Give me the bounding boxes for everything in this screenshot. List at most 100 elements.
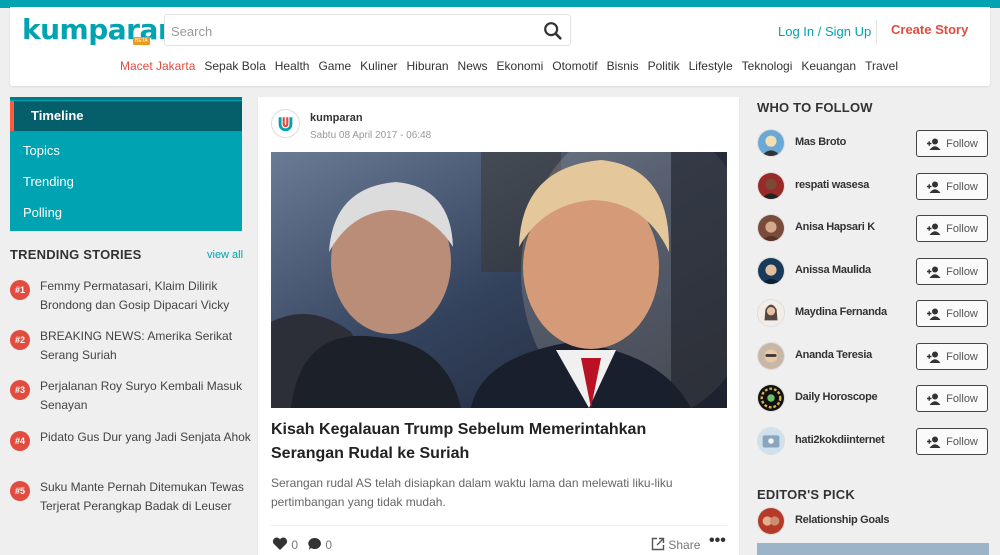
category-link[interactable]: Game xyxy=(318,59,351,73)
follow-button[interactable]: Follow xyxy=(916,215,988,242)
create-story-button[interactable]: Create Story xyxy=(891,22,968,37)
trend-link[interactable]: BREAKING NEWS: Amerika Serikat Serang Su… xyxy=(40,327,252,365)
follow-row: respati wasesa Follow xyxy=(757,170,989,202)
avatar[interactable] xyxy=(757,172,785,200)
avatar[interactable] xyxy=(757,257,785,285)
trend-link[interactable]: Suku Mante Pernah Ditemukan Tewas Terjer… xyxy=(40,478,252,516)
user-name[interactable]: Daily Horoscope xyxy=(795,391,878,403)
kumparan-logo[interactable]: kumparan xyxy=(22,13,178,47)
category-link[interactable]: Otomotif xyxy=(552,59,597,73)
comment-button[interactable]: 0 xyxy=(307,537,332,552)
follow-button[interactable]: Follow xyxy=(916,343,988,370)
more-options-icon[interactable]: ••• xyxy=(709,532,726,550)
add-user-icon xyxy=(927,436,941,448)
follow-row: Ananda Teresia Follow xyxy=(757,340,989,372)
trend-link[interactable]: Femmy Permatasari, Klaim Dilirik Brondon… xyxy=(40,277,252,315)
category-link[interactable]: Travel xyxy=(865,59,898,73)
add-user-icon xyxy=(927,308,941,320)
comment-icon xyxy=(308,537,321,550)
follow-button[interactable]: Follow xyxy=(916,385,988,412)
user-name[interactable]: Anisa Hapsari K xyxy=(795,221,875,233)
follow-row: Mas Broto Follow xyxy=(757,127,989,159)
trend-link[interactable]: Perjalanan Roy Suryo Kembali Masuk Senay… xyxy=(40,377,252,415)
heart-icon xyxy=(272,537,288,550)
editor-pick-title[interactable]: Relationship Goals xyxy=(795,514,890,526)
category-link[interactable]: News xyxy=(458,59,488,73)
site-header: kumparan BETA Log In / Sign Up Create St… xyxy=(10,7,990,86)
trend-rank-badge: #1 xyxy=(10,280,30,300)
user-name[interactable]: Anissa Maulida xyxy=(795,264,871,276)
user-name[interactable]: Maydina Fernanda xyxy=(795,306,887,318)
card-divider xyxy=(271,525,727,526)
story-description: Serangan rudal AS telah disiapkan dalam … xyxy=(271,476,673,509)
sidebar-nav: Timeline Topics Trending Polling xyxy=(10,97,242,231)
category-link[interactable]: Bisnis xyxy=(607,59,639,73)
avatar[interactable] xyxy=(757,299,785,327)
avatar[interactable] xyxy=(757,129,785,157)
add-user-icon xyxy=(927,351,941,363)
avatar[interactable] xyxy=(757,427,785,455)
category-link[interactable]: Keuangan xyxy=(801,59,856,73)
story-photo[interactable] xyxy=(271,152,727,408)
follow-row: hati2kokdiinternet Follow xyxy=(757,425,989,457)
search-icon[interactable] xyxy=(542,20,564,42)
category-link[interactable]: Politik xyxy=(648,59,680,73)
view-all-link[interactable]: view all xyxy=(207,249,243,261)
trend-rank-badge: #3 xyxy=(10,380,30,400)
header-divider xyxy=(876,20,877,44)
category-link[interactable]: Macet Jakarta xyxy=(120,59,195,73)
share-button[interactable]: Share xyxy=(651,537,700,552)
avatar[interactable] xyxy=(757,342,785,370)
follow-button[interactable]: Follow xyxy=(916,130,988,157)
sidebar-item-polling[interactable]: Polling xyxy=(10,198,242,228)
story-title[interactable]: Kisah Kegalauan Trump Sebelum Memerintah… xyxy=(271,418,711,466)
add-user-icon xyxy=(927,393,941,405)
author-avatar[interactable] xyxy=(271,109,300,138)
user-name[interactable]: hati2kokdiinternet xyxy=(795,434,885,446)
trending-stories-heading: TRENDING STORIES xyxy=(10,247,142,262)
follow-button[interactable]: Follow xyxy=(916,258,988,285)
category-link[interactable]: Hiburan xyxy=(407,59,449,73)
search-input[interactable] xyxy=(171,21,531,41)
beta-badge: BETA xyxy=(133,37,150,45)
editor-pick-row: Relationship Goals xyxy=(757,505,989,537)
category-link[interactable]: Sepak Bola xyxy=(204,59,265,73)
follow-button[interactable]: Follow xyxy=(916,300,988,327)
category-link[interactable]: Health xyxy=(275,59,310,73)
add-user-icon xyxy=(927,266,941,278)
user-name[interactable]: Mas Broto xyxy=(795,136,846,148)
follow-row: Anissa Maulida Follow xyxy=(757,255,989,287)
user-name[interactable]: Ananda Teresia xyxy=(795,349,872,361)
add-user-icon xyxy=(927,181,941,193)
sidebar-item-trending[interactable]: Trending xyxy=(10,167,242,197)
share-label: Share xyxy=(668,538,701,552)
category-link[interactable]: Lifestyle xyxy=(689,59,733,73)
category-link[interactable]: Kuliner xyxy=(360,59,397,73)
search-box xyxy=(164,14,571,46)
trend-link[interactable]: Pidato Gus Dur yang Jadi Senjata Ahok xyxy=(40,428,252,447)
follow-row: Anisa Hapsari K Follow xyxy=(757,212,989,244)
trend-rank-badge: #4 xyxy=(10,431,30,451)
login-signup-link[interactable]: Log In / Sign Up xyxy=(778,24,871,39)
author-name[interactable]: kumparan xyxy=(310,112,363,124)
category-nav: Macet Jakarta Sepak Bola Health Game Kuliner… xyxy=(120,59,907,73)
story-card: kumparan Sabtu 08 April 2017 - 06:48 Kis… xyxy=(258,97,739,555)
category-link[interactable]: Ekonomi xyxy=(497,59,544,73)
avatar[interactable] xyxy=(757,384,785,412)
editor-pick-image[interactable] xyxy=(757,543,989,555)
follow-button[interactable]: Follow xyxy=(916,428,988,455)
story-date: Sabtu 08 April 2017 - 06:48 xyxy=(310,130,432,141)
avatar[interactable] xyxy=(757,214,785,242)
sidebar-item-topics[interactable]: Topics xyxy=(10,136,242,166)
follow-row: Maydina Fernanda Follow xyxy=(757,297,989,329)
editors-pick-heading: EDITOR'S PICK xyxy=(757,487,855,502)
follow-row: Daily Horoscope Follow xyxy=(757,382,989,414)
who-to-follow-heading: WHO TO FOLLOW xyxy=(757,100,873,115)
sidebar-item-timeline[interactable]: Timeline xyxy=(10,101,242,131)
category-link[interactable]: Teknologi xyxy=(742,59,793,73)
share-icon xyxy=(651,537,665,551)
user-name[interactable]: respati wasesa xyxy=(795,179,869,191)
follow-button[interactable]: Follow xyxy=(916,173,988,200)
like-button[interactable]: 0 xyxy=(272,537,298,552)
avatar[interactable] xyxy=(757,507,785,535)
